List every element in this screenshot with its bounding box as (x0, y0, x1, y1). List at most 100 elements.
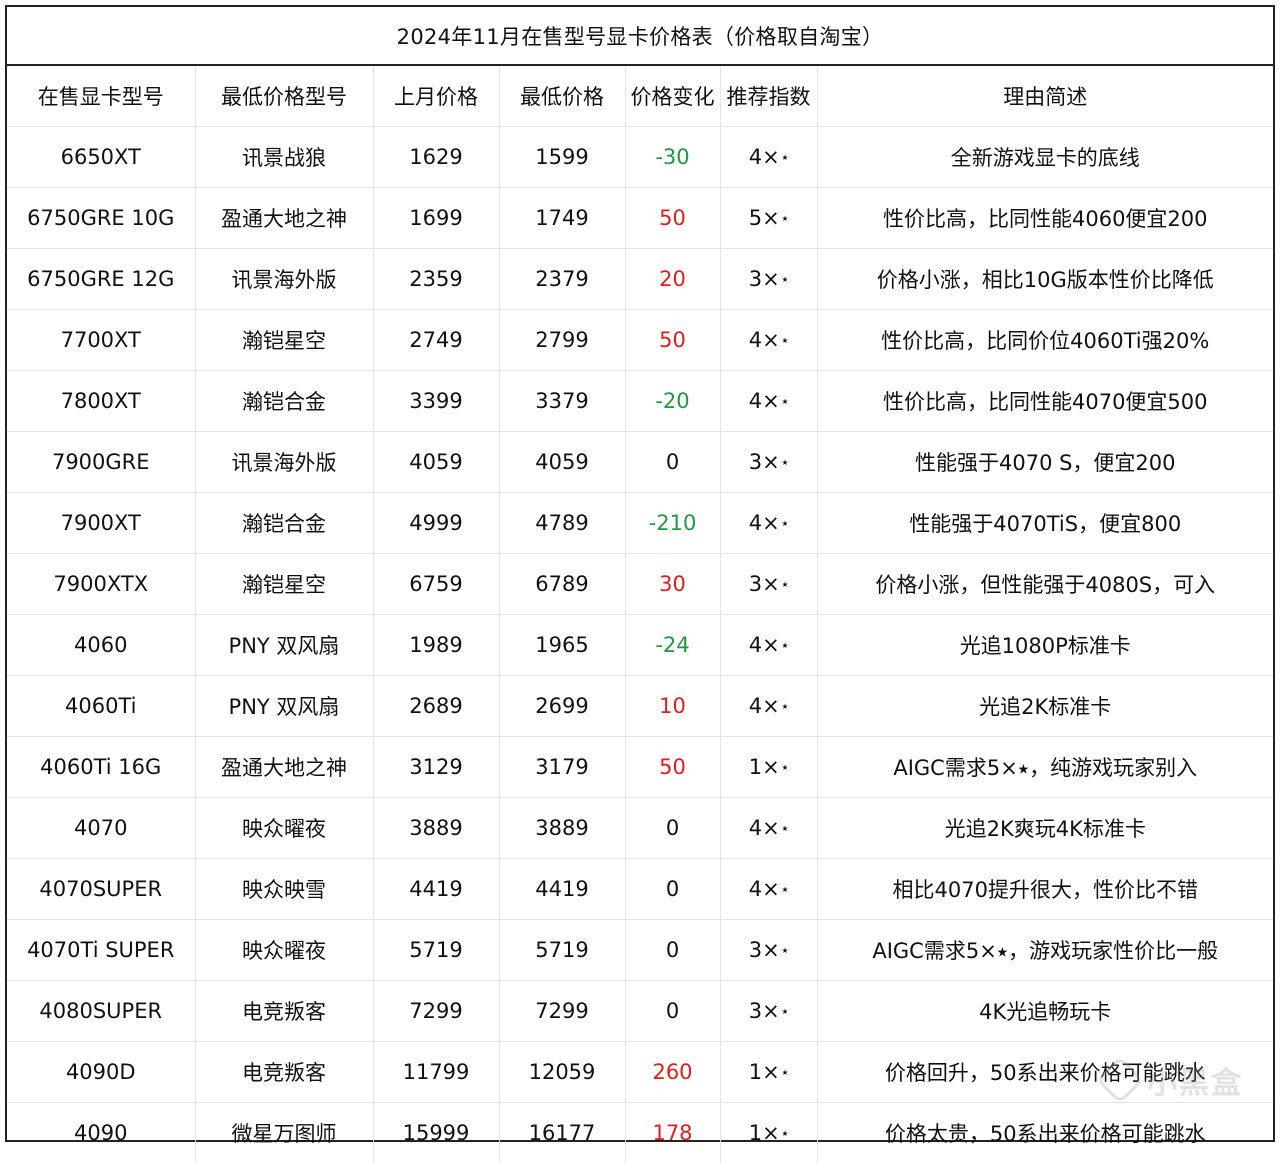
cell-lowest-price: 12059 (499, 1042, 625, 1103)
star-icon: ⭑ (782, 516, 788, 531)
table-body: 6650XT讯景战狼16291599-304×⭑全新游戏显卡的底线6750GRE… (7, 127, 1273, 1163)
table-row: 4090微星万图师15999161771781×⭑价格太贵，50系出来价格可能跳… (7, 1103, 1273, 1163)
cell-lowest-price: 3889 (499, 798, 625, 859)
cell-rating: 4×⭑ (720, 371, 817, 432)
table-row: 6750GRE 12G讯景海外版23592379203×⭑价格小涨，相比10G版… (7, 249, 1273, 310)
cell-last-month-price: 5719 (373, 920, 499, 981)
star-icon: ⭑ (782, 577, 788, 592)
cell-variant: 瀚铠星空 (195, 554, 373, 615)
star-icon: ⭑ (782, 760, 788, 775)
cell-model: 7900XT (7, 493, 195, 554)
cell-reason: 价格回升，50系出来价格可能跳水 (817, 1042, 1273, 1103)
rating-value: 3× (749, 572, 780, 596)
star-icon: ⭑ (782, 638, 788, 653)
cell-rating: 1×⭑ (720, 1042, 817, 1103)
cell-lowest-price: 4059 (499, 432, 625, 493)
cell-reason: 4K光追畅玩卡 (817, 981, 1273, 1042)
table-row: 7800XT瀚铠合金33993379-204×⭑性价比高，比同性能4070便宜5… (7, 371, 1273, 432)
cell-model: 6750GRE 10G (7, 188, 195, 249)
cell-reason: 性能强于4070 S，便宜200 (817, 432, 1273, 493)
cell-lowest-price: 1749 (499, 188, 625, 249)
cell-lowest-price: 5719 (499, 920, 625, 981)
cell-price-change: 50 (625, 188, 720, 249)
cell-last-month-price: 3889 (373, 798, 499, 859)
table-row: 7900XT瀚铠合金49994789-2104×⭑性能强于4070TiS，便宜8… (7, 493, 1273, 554)
cell-last-month-price: 7299 (373, 981, 499, 1042)
cell-last-month-price: 1629 (373, 127, 499, 188)
cell-variant: 映众曜夜 (195, 920, 373, 981)
cell-rating: 3×⭑ (720, 554, 817, 615)
cell-variant: 瀚铠合金 (195, 371, 373, 432)
rating-value: 4× (749, 633, 780, 657)
cell-price-change: -30 (625, 127, 720, 188)
rating-value: 4× (749, 694, 780, 718)
cell-reason: 性价比高，比同性能4070便宜500 (817, 371, 1273, 432)
cell-reason: 光追2K爽玩4K标准卡 (817, 798, 1273, 859)
cell-model: 4060Ti (7, 676, 195, 737)
cell-variant: 瀚铠合金 (195, 493, 373, 554)
cell-lowest-price: 7299 (499, 981, 625, 1042)
cell-last-month-price: 4999 (373, 493, 499, 554)
cell-last-month-price: 11799 (373, 1042, 499, 1103)
cell-rating: 5×⭑ (720, 188, 817, 249)
cell-variant: 盈通大地之神 (195, 737, 373, 798)
cell-lowest-price: 1965 (499, 615, 625, 676)
cell-variant: 映众曜夜 (195, 798, 373, 859)
header-row: 在售显卡型号 最低价格型号 上月价格 最低价格 价格变化 推荐指数 理由简述 (7, 66, 1273, 127)
table-row: 4070映众曜夜3889388904×⭑光追2K爽玩4K标准卡 (7, 798, 1273, 859)
cell-rating: 1×⭑ (720, 1103, 817, 1163)
rating-value: 1× (749, 1060, 780, 1084)
cell-last-month-price: 3399 (373, 371, 499, 432)
cell-model: 4060Ti 16G (7, 737, 195, 798)
cell-reason: 光追1080P标准卡 (817, 615, 1273, 676)
cell-price-change: 0 (625, 920, 720, 981)
cell-lowest-price: 16177 (499, 1103, 625, 1163)
cell-lowest-price: 4419 (499, 859, 625, 920)
cell-price-change: -24 (625, 615, 720, 676)
rating-value: 4× (749, 389, 780, 413)
table-row: 4080SUPER电竞叛客7299729903×⭑4K光追畅玩卡 (7, 981, 1273, 1042)
header-last-month-price: 上月价格 (373, 66, 499, 127)
table-row: 4060Ti 16G盈通大地之神31293179501×⭑AIGC需求5×⭑，纯… (7, 737, 1273, 798)
cell-last-month-price: 1989 (373, 615, 499, 676)
cell-model: 4080SUPER (7, 981, 195, 1042)
star-icon: ⭑ (782, 272, 788, 287)
rating-value: 4× (749, 877, 780, 901)
cell-price-change: -210 (625, 493, 720, 554)
cell-model: 7700XT (7, 310, 195, 371)
cell-rating: 4×⭑ (720, 859, 817, 920)
table-row: 7900XTX瀚铠星空67596789303×⭑价格小涨，但性能强于4080S，… (7, 554, 1273, 615)
star-icon: ⭑ (782, 394, 788, 409)
cell-last-month-price: 1699 (373, 188, 499, 249)
cell-rating: 4×⭑ (720, 676, 817, 737)
cell-rating: 4×⭑ (720, 310, 817, 371)
cell-lowest-price: 1599 (499, 127, 625, 188)
header-variant: 最低价格型号 (195, 66, 373, 127)
table-row: 4070SUPER映众映雪4419441904×⭑相比4070提升很大，性价比不… (7, 859, 1273, 920)
cell-model: 7900GRE (7, 432, 195, 493)
cell-reason: 价格小涨，但性能强于4080S，可入 (817, 554, 1273, 615)
cell-variant: 电竞叛客 (195, 1042, 373, 1103)
cell-lowest-price: 2699 (499, 676, 625, 737)
star-icon: ⭑ (782, 1065, 788, 1080)
cell-rating: 3×⭑ (720, 249, 817, 310)
cell-price-change: 50 (625, 737, 720, 798)
table-row: 4070Ti SUPER映众曜夜5719571903×⭑AIGC需求5×⭑，游戏… (7, 920, 1273, 981)
cell-variant: 瀚铠星空 (195, 310, 373, 371)
cell-reason: 相比4070提升很大，性价比不错 (817, 859, 1273, 920)
header-price-change: 价格变化 (625, 66, 720, 127)
cell-last-month-price: 4419 (373, 859, 499, 920)
cell-model: 6750GRE 12G (7, 249, 195, 310)
cell-variant: 盈通大地之神 (195, 188, 373, 249)
table-row: 7700XT瀚铠星空27492799504×⭑性价比高，比同价位4060Ti强2… (7, 310, 1273, 371)
cell-price-change: 0 (625, 981, 720, 1042)
cell-price-change: 0 (625, 798, 720, 859)
cell-reason: 性能强于4070TiS，便宜800 (817, 493, 1273, 554)
cell-model: 4070SUPER (7, 859, 195, 920)
cell-variant: 微星万图师 (195, 1103, 373, 1163)
rating-value: 4× (749, 145, 780, 169)
cell-reason: AIGC需求5×⭑，游戏玩家性价比一般 (817, 920, 1273, 981)
table-row: 4090D电竞叛客11799120592601×⭑价格回升，50系出来价格可能跳… (7, 1042, 1273, 1103)
star-icon: ⭑ (782, 699, 788, 714)
cell-reason: AIGC需求5×⭑，纯游戏玩家别入 (817, 737, 1273, 798)
